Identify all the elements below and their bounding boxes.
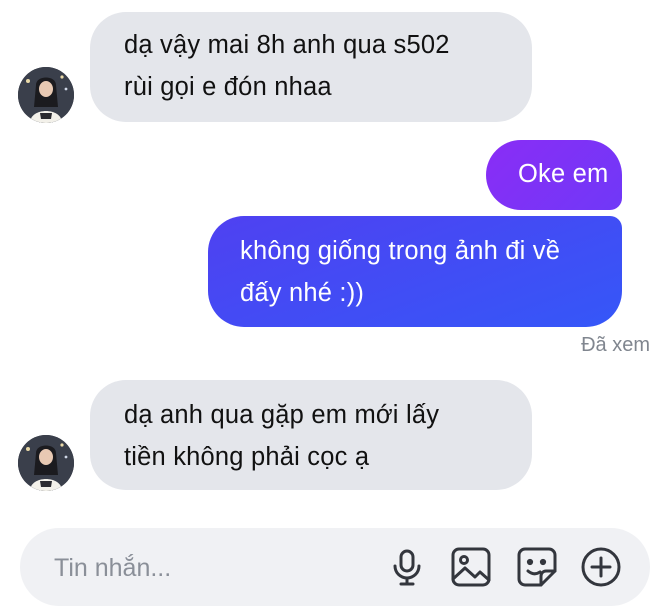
message-line: đấy nhé :)) <box>240 279 365 307</box>
message-bubble-incoming[interactable]: dạ vậy mai 8h anh qua s502 rùi gọi e đón… <box>90 12 532 122</box>
message-line: rùi gọi e đón nhaa <box>124 73 332 101</box>
message-composer <box>20 528 650 606</box>
add-icon[interactable] <box>578 544 624 590</box>
message-line: không giống trong ảnh đi về <box>240 237 561 265</box>
microphone-icon[interactable] <box>384 544 430 590</box>
message-line: Oke em <box>518 160 609 188</box>
image-icon[interactable] <box>448 544 494 590</box>
contact-avatar[interactable] <box>18 435 74 491</box>
message-bubble-outgoing[interactable]: Oke em <box>486 140 622 210</box>
message-line: tiền không phải cọc ạ <box>124 443 370 471</box>
sticker-icon[interactable] <box>514 544 560 590</box>
seen-status: Đã xem <box>581 334 650 356</box>
chat-thread: dạ vậy mai 8h anh qua s502 rùi gọi e đón… <box>0 0 672 610</box>
message-line: dạ vậy mai 8h anh qua s502 <box>124 31 450 59</box>
message-bubble-outgoing[interactable]: không giống trong ảnh đi về đấy nhé :)) <box>208 216 622 327</box>
message-line: dạ anh qua gặp em mới lấy <box>124 401 440 429</box>
contact-avatar[interactable] <box>18 67 74 123</box>
message-input[interactable] <box>52 548 376 588</box>
message-bubble-incoming[interactable]: dạ anh qua gặp em mới lấy tiền không phả… <box>90 380 532 490</box>
